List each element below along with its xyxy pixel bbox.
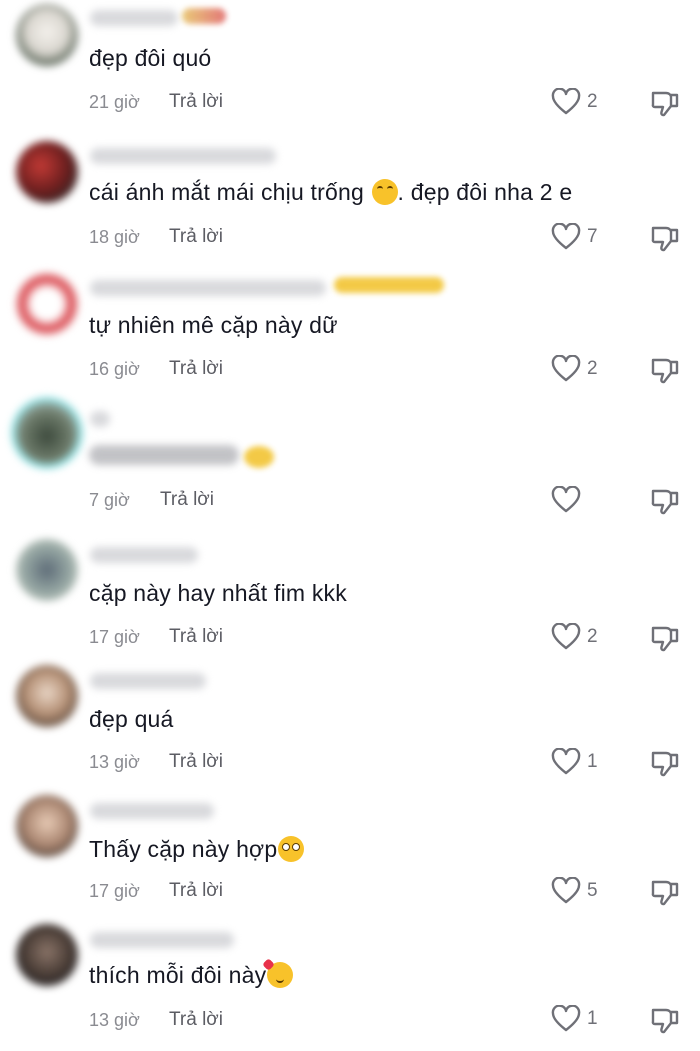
comment-time: 16 giờ — [89, 359, 140, 379]
flushed-face-emoji-icon — [278, 836, 305, 862]
comment-item: đẹp quá 13 giờ Trả lời 1 — [0, 661, 700, 791]
avatar[interactable] — [16, 141, 78, 203]
username-emoji-blurred — [334, 277, 444, 293]
heart-icon — [551, 623, 581, 650]
like-count: 1 — [587, 1008, 598, 1029]
comment-text: đẹp quá — [89, 706, 174, 732]
username-blurred[interactable] — [90, 10, 178, 26]
comment-text: cặp này hay nhất fim kkk — [89, 580, 347, 606]
comment-text: đẹp đôi quó — [89, 45, 212, 71]
dislike-button[interactable] — [650, 748, 680, 778]
reply-button[interactable]: Trả lời — [160, 489, 214, 511]
avatar[interactable] — [16, 539, 78, 601]
heart-icon — [551, 223, 581, 250]
reply-button[interactable]: Trả lời — [169, 880, 223, 902]
reply-button[interactable]: Trả lời — [169, 91, 223, 113]
reply-button[interactable]: Trả lời — [169, 626, 223, 648]
comment-time: 13 giờ — [89, 1010, 140, 1030]
dislike-button[interactable] — [650, 1005, 680, 1035]
like-button[interactable] — [551, 486, 611, 516]
username-blurred[interactable] — [90, 411, 110, 427]
like-count: 2 — [587, 358, 598, 379]
avatar[interactable] — [16, 4, 78, 66]
dislike-button[interactable] — [650, 88, 680, 118]
like-button[interactable]: 7 — [551, 223, 611, 253]
heart-icon — [551, 88, 581, 115]
thumbs-down-icon — [651, 358, 679, 384]
like-button[interactable]: 5 — [551, 877, 611, 907]
comment-text: tự nhiên mê cặp này dữ — [89, 312, 338, 338]
dislike-button[interactable] — [650, 623, 680, 653]
thumbs-down-icon — [651, 91, 679, 117]
thumbs-down-icon — [651, 626, 679, 652]
comment-time: 7 giờ — [89, 490, 130, 510]
comment-text-blurred — [89, 445, 239, 465]
username-blurred[interactable] — [90, 280, 326, 296]
thumbs-down-icon — [651, 489, 679, 515]
comment-item: cái ánh mắt mái chịu trống . đẹp đôi nha… — [0, 135, 700, 265]
like-button[interactable]: 1 — [551, 748, 611, 778]
thumbs-down-icon — [651, 880, 679, 906]
username-blurred[interactable] — [90, 148, 276, 164]
avatar[interactable] — [16, 795, 78, 857]
like-button[interactable]: 2 — [551, 355, 611, 385]
heart-icon — [551, 748, 581, 775]
comment-text: cái ánh mắt mái chịu trống . đẹp đôi nha… — [89, 179, 573, 205]
reply-button[interactable]: Trả lời — [169, 358, 223, 380]
heart-icon — [551, 486, 581, 513]
like-count: 2 — [587, 91, 598, 112]
thumbs-down-icon — [651, 226, 679, 252]
thumbs-down-icon — [651, 751, 679, 777]
username-emoji-blurred — [182, 8, 226, 24]
avatar[interactable] — [16, 273, 78, 335]
reply-button[interactable]: Trả lời — [169, 1009, 223, 1031]
avatar[interactable] — [16, 924, 78, 986]
comment-emoji-blurred — [244, 446, 274, 468]
reply-button[interactable]: Trả lời — [169, 751, 223, 773]
like-button[interactable]: 2 — [551, 88, 611, 118]
comment-time: 17 giờ — [89, 627, 140, 647]
like-button[interactable]: 2 — [551, 623, 611, 653]
heart-icon — [551, 1005, 581, 1032]
like-button[interactable]: 1 — [551, 1005, 611, 1035]
comment-item: cặp này hay nhất fim kkk 17 giờ Trả lời … — [0, 535, 700, 665]
heart-icon — [551, 877, 581, 904]
like-count: 2 — [587, 626, 598, 647]
avatar[interactable] — [16, 665, 78, 727]
thumbs-down-icon — [651, 1008, 679, 1034]
like-count: 1 — [587, 751, 598, 772]
like-count: 5 — [587, 880, 598, 901]
comment-text: thích mỗi đôi này — [89, 962, 294, 989]
comment-item: đẹp đôi quó 21 giờ Trả lời 2 — [0, 0, 700, 130]
comment-time: 13 giờ — [89, 752, 140, 772]
reply-button[interactable]: Trả lời — [169, 226, 223, 248]
username-blurred[interactable] — [90, 673, 206, 689]
username-blurred[interactable] — [90, 547, 198, 563]
comment-time: 18 giờ — [89, 227, 140, 247]
comment-time: 21 giờ — [89, 92, 140, 112]
heart-icon — [551, 355, 581, 382]
dislike-button[interactable] — [650, 877, 680, 907]
dislike-button[interactable] — [650, 355, 680, 385]
dislike-button[interactable] — [650, 486, 680, 516]
comment-time: 17 giờ — [89, 881, 140, 901]
grinning-squinting-emoji-icon — [371, 179, 398, 205]
comment-text: Thấy cặp này hợp — [89, 836, 305, 863]
like-count: 7 — [587, 226, 598, 247]
comment-item: thích mỗi đôi này 13 giờ Trả lời 1 — [0, 921, 700, 1051]
username-blurred[interactable] — [90, 803, 214, 819]
username-blurred[interactable] — [90, 932, 234, 948]
avatar[interactable] — [16, 402, 78, 464]
comment-item: tự nhiên mê cặp này dữ 16 giờ Trả lời 2 — [0, 267, 700, 397]
dislike-button[interactable] — [650, 223, 680, 253]
comment-item: Thấy cặp này hợp 17 giờ Trả lời 5 — [0, 791, 700, 921]
comment-item: 7 giờ Trả lời — [0, 398, 700, 528]
smiling-face-with-hearts-emoji-icon — [267, 962, 294, 988]
